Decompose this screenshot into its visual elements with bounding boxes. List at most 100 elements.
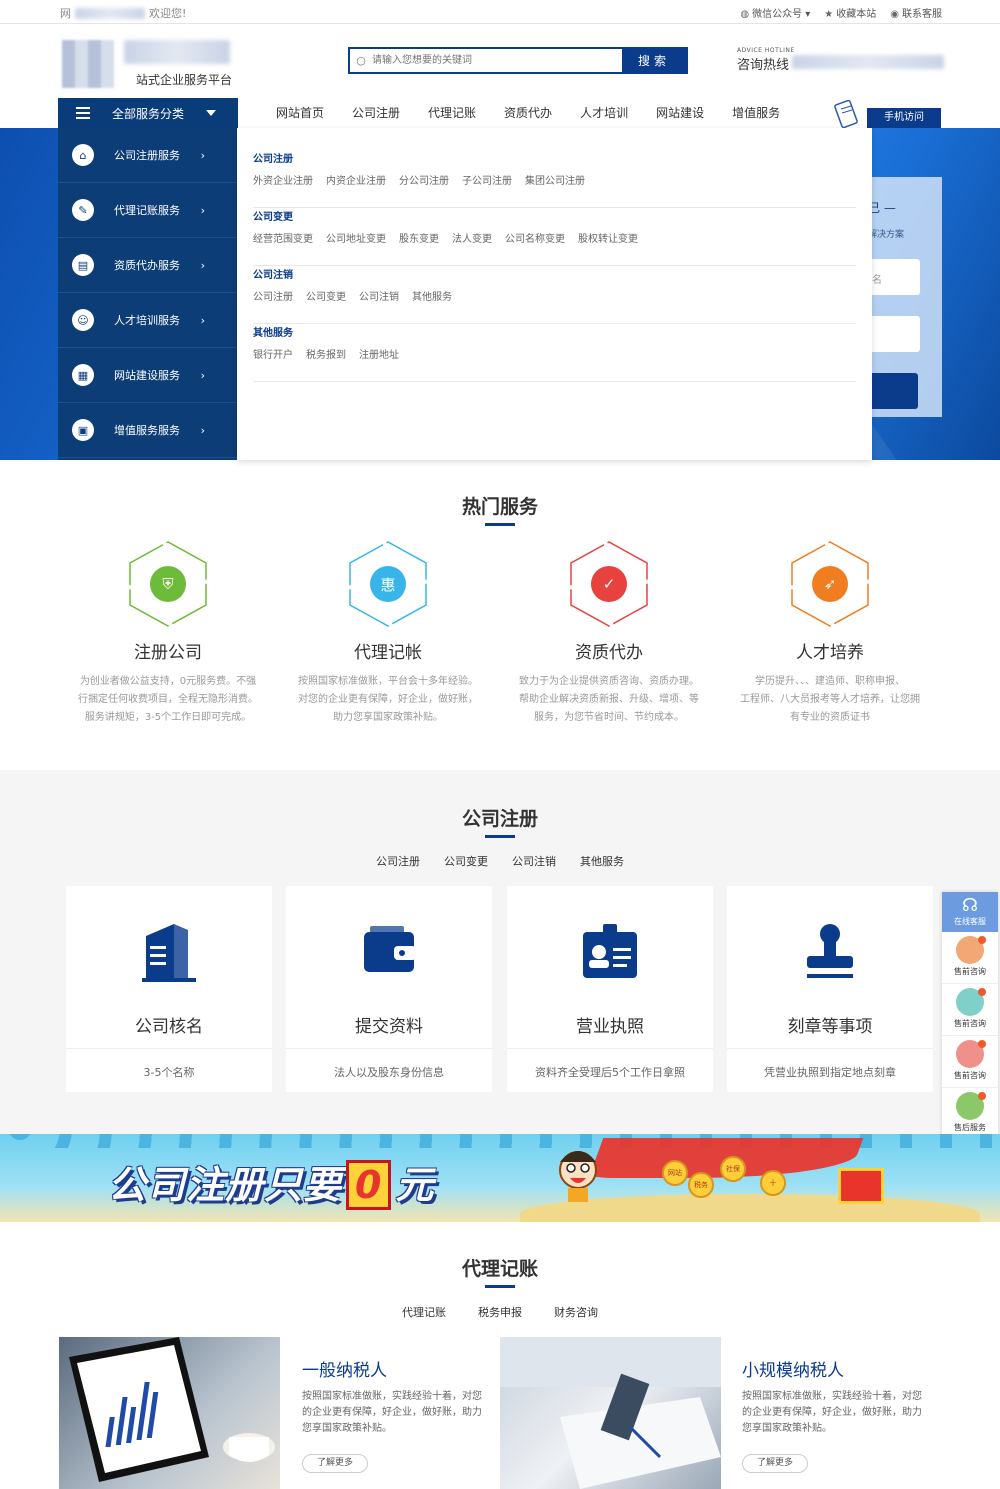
wechat-link[interactable]: ◍ 微信公众号 ▾ <box>740 5 810 20</box>
dropdown-link[interactable]: 公司变更 <box>306 288 346 303</box>
company-register-icon: ⌂ <box>72 144 94 166</box>
side-menu-item[interactable]: ✎ 代理记账服务 › <box>58 183 237 238</box>
nav-qualification[interactable]: 资质代办 <box>490 98 566 128</box>
chevron-right-icon: › <box>200 369 205 382</box>
tab-company-change[interactable]: 公司变更 <box>444 853 488 869</box>
dropdown-link[interactable]: 公司注册 <box>253 288 293 303</box>
service-link[interactable]: ◉ 联系客服 <box>890 5 942 20</box>
tab-other-services[interactable]: 其他服务 <box>580 853 624 869</box>
tab-finance-consulting[interactable]: 财务咨询 <box>554 1304 598 1320</box>
top-bar: 网 欢迎您! ◍ 微信公众号 ▾ ★ 收藏本站 ◉ 联系客服 <box>0 0 1000 24</box>
dropdown-group-heading[interactable]: 公司注销 <box>253 266 856 281</box>
badge-icon: ✓ <box>567 540 651 628</box>
nav-value-added[interactable]: 增值服务 <box>718 98 794 128</box>
register-step-card[interactable]: 提交资料 法人以及股东身份信息 <box>286 886 492 1092</box>
small-taxpayer-desc: 按照国家标准做账，实践经验十着，对您的企业更有保障，好企业，做好账，助力您享国家… <box>742 1391 922 1434</box>
dropdown-link[interactable]: 银行开户 <box>253 346 293 361</box>
hot-service-item[interactable]: ⛨ 注册公司 为创业者做公益支持，0元服务费。不强 行捆定任何收费项目，全程无隐形… <box>78 540 258 727</box>
hot-service-item[interactable]: 惠 代理记帐 按照国家标准做账，平台会十多年经验。 对您的企业更有保障，好企业，做… <box>298 540 478 727</box>
rocket-icon: ➶ <box>788 540 872 628</box>
chevron-right-icon: › <box>200 314 205 327</box>
nav-training[interactable]: 人才培训 <box>566 98 642 128</box>
nav-company-register[interactable]: 公司注册 <box>338 98 414 128</box>
chevron-right-icon: › <box>200 424 205 437</box>
hot-service-item[interactable]: ➶ 人才培养 学历提升、、、建造师、职称申报、 工程师、八大员报考等人才培养，让您… <box>740 540 920 727</box>
dropdown-link[interactable]: 集团公司注册 <box>525 172 585 187</box>
nav-accounting[interactable]: 代理记账 <box>414 98 490 128</box>
search-input[interactable] <box>372 49 622 72</box>
consult-agent-item[interactable]: 售前咨询 <box>942 932 998 984</box>
dropdown-group: 公司注册外资企业注册 内资企业注册 分公司注册 子公司注册 集团公司注册 <box>253 150 856 208</box>
headset-icon: ☊ <box>962 895 978 916</box>
consult-agent-item[interactable]: 售前咨询 <box>942 1036 998 1088</box>
all-categories-button[interactable]: 全部服务分类 <box>58 98 238 128</box>
dropdown-link[interactable]: 股东变更 <box>399 230 439 245</box>
side-menu-item[interactable]: ▦ 网站建设服务 › <box>58 348 237 403</box>
favorite-link[interactable]: ★ 收藏本站 <box>824 5 876 20</box>
general-taxpayer-title[interactable]: 一般纳税人 <box>302 1356 387 1381</box>
accounting-title: 代理记账 <box>461 1258 538 1280</box>
menu-icon <box>76 104 90 122</box>
side-menu-item[interactable]: ▤ 资质代办服务 › <box>58 238 237 293</box>
hotline: ADVICE HOTLINE 咨询热线 <box>737 47 795 73</box>
tab-company-register[interactable]: 公司注册 <box>376 853 420 869</box>
welcome-text: 网 欢迎您! <box>60 7 187 20</box>
learn-more-button[interactable]: 了解更多 <box>302 1454 368 1473</box>
promo-banner[interactable]: 网站 税务 社保十 公司注册只要 0 元 <box>0 1134 1000 1222</box>
gift-box-icon <box>838 1168 884 1204</box>
dropdown-link[interactable]: 公司名称变更 <box>505 230 565 245</box>
side-menu-item[interactable]: ☺ 人才培训服务 › <box>58 293 237 348</box>
dropdown-link[interactable]: 内资企业注册 <box>326 172 386 187</box>
side-menu-item[interactable]: ⌂ 公司注册服务 › <box>58 128 237 183</box>
register-step-card[interactable]: 营业执照 资料齐全受理后5个工作日拿照 <box>507 886 713 1092</box>
category-dropdown-panel: 公司注册 外资企业注册 内资企业注册 分公司注册 子公司注册 集团公司注册 公司变更 经营范围… <box>237 128 872 460</box>
blurred-site-name <box>75 7 145 19</box>
register-step-card[interactable]: 刻章等事项 凭营业执照到指定地点刻章 <box>727 886 933 1092</box>
coin-icon: 社保 <box>720 1156 746 1182</box>
logo-image[interactable] <box>62 40 114 88</box>
online-dot <box>978 988 986 996</box>
register-step-card[interactable]: 公司核名 3-5个名称 <box>66 886 272 1092</box>
consult-agent-item[interactable]: 售后服务 <box>942 1088 998 1140</box>
register-tabs: 公司注册 公司变更 公司注销 其他服务 <box>0 853 1000 869</box>
search-icon: ○ <box>356 54 366 67</box>
mobile-access-button[interactable]: 手机访问 <box>867 108 941 128</box>
small-taxpayer-title[interactable]: 小规模纳税人 <box>742 1356 844 1381</box>
tab-accounting[interactable]: 代理记账 <box>402 1304 446 1320</box>
dropdown-link[interactable]: 注册地址 <box>359 346 399 361</box>
general-taxpayer-desc: 按照国家标准做账，实践经验十着，对您的企业更有保障，好企业，做好账，助力您享国家… <box>302 1391 482 1434</box>
stamp-icon <box>807 924 853 978</box>
tab-company-cancel[interactable]: 公司注销 <box>512 853 556 869</box>
dropdown-group-heading[interactable]: 其他服务 <box>253 324 856 339</box>
online-service-button[interactable]: ☊ 在线客服 <box>942 892 998 932</box>
dropdown-group-heading[interactable]: 公司注册 <box>253 150 856 165</box>
id-card-icon <box>583 924 637 978</box>
title-underline <box>485 1285 515 1288</box>
learn-more-button[interactable]: 了解更多 <box>742 1454 808 1473</box>
dropdown-link[interactable]: 公司注销 <box>359 288 399 303</box>
wechat-icon: ◍ <box>740 9 750 20</box>
dropdown-link[interactable]: 税务报到 <box>306 346 346 361</box>
nav-home[interactable]: 网站首页 <box>262 98 338 128</box>
dropdown-link[interactable]: 股权转让变更 <box>578 230 638 245</box>
nav-web-build[interactable]: 网站建设 <box>642 98 718 128</box>
hot-service-item[interactable]: ✓ 资质代办 致力于为企业提供资质咨询、资质办理。 帮助企业解决资质新报、升级、增… <box>519 540 699 727</box>
dropdown-link[interactable]: 法人变更 <box>452 230 492 245</box>
search-button[interactable]: 搜索 <box>622 49 686 72</box>
dropdown-link[interactable]: 外资企业注册 <box>253 172 313 187</box>
dropdown-link[interactable]: 经营范围变更 <box>253 230 313 245</box>
wallet-icon <box>364 926 416 972</box>
dropdown-group-heading[interactable]: 公司变更 <box>253 208 856 223</box>
tab-tax-declaration[interactable]: 税务申报 <box>478 1304 522 1320</box>
dropdown-link[interactable]: 其他服务 <box>412 288 452 303</box>
dropdown-group: 其他服务银行开户 税务报到 注册地址 <box>253 324 856 382</box>
dropdown-link[interactable]: 公司地址变更 <box>326 230 386 245</box>
dropdown-group: 公司变更经营范围变更 公司地址变更 股东变更 法人变更 公司名称变更 股权转让变更 <box>253 208 856 266</box>
dropdown-link[interactable]: 分公司注册 <box>399 172 449 187</box>
online-dot <box>978 1040 986 1048</box>
dropdown-link[interactable]: 子公司注册 <box>462 172 512 187</box>
shield-icon: ⛨ <box>126 540 210 628</box>
star-icon: ★ <box>824 9 834 20</box>
consult-agent-item[interactable]: 售前咨询 <box>942 984 998 1036</box>
side-menu-item[interactable]: ▣ 增值服务服务 › <box>58 403 237 458</box>
